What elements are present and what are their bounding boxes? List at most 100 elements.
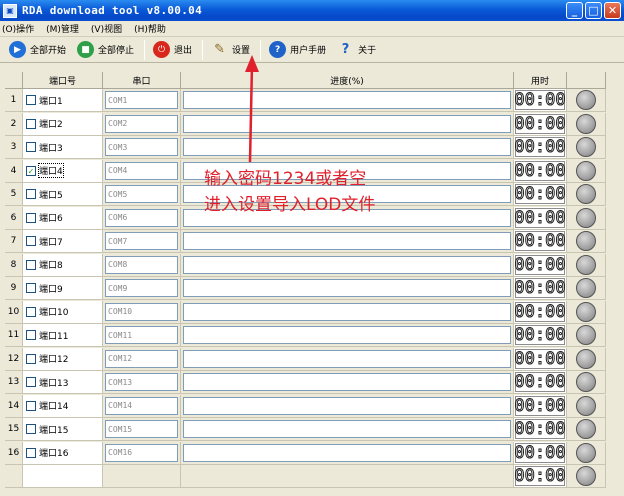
port-checkbox[interactable]	[26, 447, 36, 458]
exit-button[interactable]: ⏻ 退出	[150, 39, 197, 61]
port-checkbox[interactable]	[26, 424, 36, 434]
port-checkbox[interactable]	[26, 400, 36, 411]
com-port-field[interactable]: COM8	[105, 255, 178, 274]
com-port-field[interactable]: COM9	[105, 279, 178, 297]
status-cell	[567, 394, 606, 418]
time-cell: 00:00	[514, 112, 567, 136]
header-index	[5, 72, 23, 89]
row-number: 5	[5, 183, 23, 206]
com-port-field[interactable]: COM10	[105, 302, 178, 321]
com-port-field[interactable]: COM13	[105, 373, 178, 391]
annotation-text: 输入密码1234或者空 进入设置导入LOD文件	[204, 166, 375, 218]
header-time[interactable]: 用时	[514, 72, 567, 89]
port-checkbox[interactable]	[26, 259, 36, 270]
port-checkbox[interactable]	[26, 142, 36, 152]
status-led-icon	[576, 113, 596, 134]
port-cell[interactable]: 端口11	[23, 324, 103, 347]
port-cell[interactable]: 端口1	[23, 89, 103, 112]
port-checkbox[interactable]	[26, 95, 36, 105]
progress-cell	[181, 230, 514, 253]
com-port-field[interactable]: COM1	[105, 91, 178, 109]
com-port-field[interactable]: COM6	[105, 208, 178, 227]
port-cell[interactable]: ✓ 端口4	[23, 159, 103, 183]
port-cell[interactable]: 端口8	[23, 253, 103, 277]
port-checkbox[interactable]	[26, 212, 36, 223]
port-checkbox[interactable]	[26, 118, 36, 129]
com-port-field[interactable]: COM7	[105, 232, 178, 250]
port-label: 端口11	[39, 331, 69, 342]
stop-all-button[interactable]: ■ 全部停止	[74, 39, 139, 61]
row-number: 15	[5, 418, 23, 441]
status-led-icon	[576, 372, 596, 392]
time-cell: 00:00	[514, 183, 567, 206]
port-checkbox[interactable]	[26, 236, 36, 246]
row-number: 12	[5, 347, 23, 371]
com-port-field[interactable]: COM15	[105, 420, 178, 438]
menu-manage[interactable]: (M)管理	[46, 22, 79, 35]
close-button[interactable]: ✕	[604, 2, 621, 19]
port-cell[interactable]: 端口5	[23, 183, 103, 206]
com-port-field[interactable]: COM16	[105, 443, 178, 462]
port-cell[interactable]: 端口14	[23, 394, 103, 418]
user-manual-button[interactable]: ? 用户手册	[266, 39, 331, 61]
port-cell[interactable]: 端口6	[23, 206, 103, 230]
com-cell: COM9	[103, 277, 181, 300]
menu-operate[interactable]: (O)操作	[2, 22, 34, 35]
progress-cell	[181, 418, 514, 441]
maximize-button[interactable]: □	[585, 2, 602, 19]
com-port-field[interactable]: COM14	[105, 396, 178, 415]
elapsed-time: 00:00	[514, 466, 566, 487]
row-number: 9	[5, 277, 23, 300]
about-button[interactable]: ? 关于	[334, 39, 381, 61]
time-cell: 00:00	[514, 347, 567, 371]
menu-view[interactable]: (V)视图	[91, 22, 122, 35]
progress-cell	[181, 371, 514, 394]
port-checkbox[interactable]	[26, 189, 36, 199]
port-cell[interactable]: 端口12	[23, 347, 103, 371]
port-cell[interactable]: 端口13	[23, 371, 103, 394]
progress-bar	[183, 349, 511, 368]
port-checkbox[interactable]	[26, 377, 36, 387]
port-label: 端口7	[39, 237, 63, 248]
table-row: 11 端口11 COM11 00:00	[5, 324, 606, 347]
elapsed-time: 00:00	[514, 419, 566, 440]
port-cell[interactable]: 端口7	[23, 230, 103, 253]
port-cell[interactable]: 端口2	[23, 112, 103, 136]
com-port-field[interactable]: COM12	[105, 349, 178, 368]
header-progress[interactable]: 进度(%)	[181, 72, 514, 89]
row-number: 11	[5, 324, 23, 347]
table-row: 14 端口14 COM14 00:00	[5, 394, 606, 418]
port-label: 端口15	[39, 425, 69, 436]
port-checkbox[interactable]	[26, 283, 36, 293]
row-number: 1	[5, 89, 23, 112]
com-cell: COM1	[103, 89, 181, 112]
com-port-field[interactable]: COM3	[105, 138, 178, 156]
progress-bar	[183, 232, 511, 250]
port-cell[interactable]: 端口10	[23, 300, 103, 324]
port-checkbox[interactable]	[26, 353, 36, 364]
start-all-button[interactable]: ▶ 全部开始	[6, 39, 71, 61]
status-cell	[567, 136, 606, 159]
minimize-button[interactable]: _	[566, 2, 583, 19]
menu-help[interactable]: (H)帮助	[134, 22, 166, 35]
header-port[interactable]: 端口号	[23, 72, 103, 89]
port-checkbox[interactable]	[26, 330, 36, 340]
com-port-field[interactable]: COM5	[105, 185, 178, 203]
header-com[interactable]: 串口	[103, 72, 181, 89]
status-cell	[567, 347, 606, 371]
port-checkbox[interactable]	[26, 306, 36, 317]
com-port-field[interactable]: COM2	[105, 114, 178, 133]
port-label: 端口4	[38, 163, 64, 178]
port-checkbox[interactable]: ✓	[26, 165, 36, 176]
port-cell[interactable]: 端口15	[23, 418, 103, 441]
com-port-field[interactable]: COM4	[105, 161, 178, 180]
status-led-icon	[576, 231, 596, 251]
port-cell[interactable]	[23, 465, 103, 488]
port-cell[interactable]: 端口3	[23, 136, 103, 159]
com-cell: COM14	[103, 394, 181, 418]
port-cell[interactable]: 端口9	[23, 277, 103, 300]
port-cell[interactable]: 端口16	[23, 441, 103, 465]
grid-header: 端口号 串口 进度(%) 用时	[5, 72, 606, 89]
settings-button[interactable]: ✎ 设置	[208, 39, 255, 61]
com-port-field[interactable]: COM11	[105, 326, 178, 344]
